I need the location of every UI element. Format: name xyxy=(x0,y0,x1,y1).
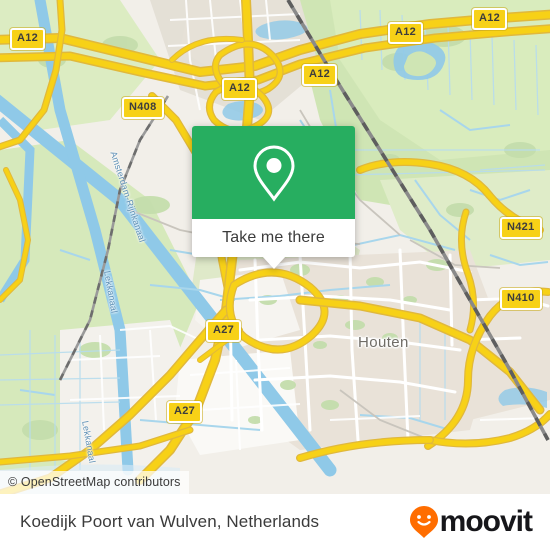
moovit-map-screenshot: Houten Amsterdam-Rijnkanaal Lekkanaal Le… xyxy=(0,0,550,550)
callout-pointer-tail xyxy=(261,256,286,269)
moovit-wordmark: moovit xyxy=(439,505,533,538)
road-shield-a12-center[interactable]: A12 xyxy=(222,78,258,100)
road-shield-a12-mid[interactable]: A12 xyxy=(302,64,338,86)
take-me-there-label: Take me there xyxy=(222,229,325,246)
map-attribution[interactable]: © OpenStreetMap contributors xyxy=(0,471,189,494)
road-shield-n408[interactable]: N408 xyxy=(122,97,164,119)
moovit-smiley-pin-icon xyxy=(409,506,438,538)
road-shield-a27-north[interactable]: A27 xyxy=(206,320,242,342)
road-shield-a12-east[interactable]: A12 xyxy=(388,22,424,44)
map-pin-icon xyxy=(252,144,295,202)
road-shield-a27-south[interactable]: A27 xyxy=(167,401,203,423)
location-title: Koedijk Poort van Wulven, Netherlands xyxy=(20,512,320,531)
road-shield-a12-far-east[interactable]: A12 xyxy=(472,8,508,30)
destination-callout[interactable]: Take me there xyxy=(192,126,355,269)
moovit-logo[interactable]: moovit xyxy=(409,505,533,539)
road-shield-n421[interactable]: N421 xyxy=(500,217,542,239)
map-canvas[interactable]: Houten Amsterdam-Rijnkanaal Lekkanaal Le… xyxy=(0,0,550,494)
callout-green-panel xyxy=(192,126,355,219)
road-shield-a12-west[interactable]: A12 xyxy=(10,28,46,50)
road-shield-n410[interactable]: N410 xyxy=(500,288,542,310)
footer-bar: Koedijk Poort van Wulven, Netherlands mo… xyxy=(0,494,550,550)
callout-white-panel[interactable]: Take me there xyxy=(192,219,355,269)
